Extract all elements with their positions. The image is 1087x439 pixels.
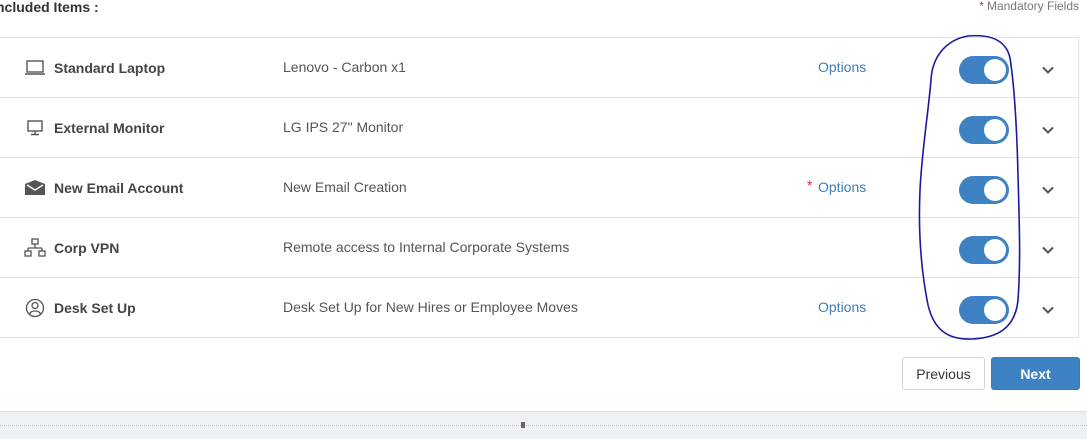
user-circle-icon [24, 298, 46, 318]
options-link[interactable]: Options [818, 179, 866, 195]
options-link[interactable]: Options [818, 299, 866, 315]
chevron-down-icon[interactable] [1040, 242, 1056, 258]
list-item: Corp VPN Remote access to Internal Corpo… [0, 218, 1078, 278]
previous-button[interactable]: Previous [902, 357, 985, 390]
include-toggle[interactable] [959, 176, 1009, 204]
item-description: Remote access to Internal Corporate Syst… [283, 239, 570, 255]
list-item: New Email Account New Email Creation * O… [0, 158, 1078, 218]
toggle-knob [984, 119, 1006, 141]
monitor-icon [24, 118, 46, 138]
include-toggle[interactable] [959, 56, 1009, 84]
next-button[interactable]: Next [991, 357, 1080, 390]
network-icon [24, 238, 46, 258]
chevron-down-icon[interactable] [1040, 302, 1056, 318]
section-header: ncluded Items : * Mandatory Fields [0, 0, 1087, 28]
laptop-icon [24, 58, 46, 78]
list-item: External Monitor LG IPS 27" Monitor [0, 98, 1078, 158]
item-name: Corp VPN [54, 240, 120, 256]
mandatory-fields-label: Mandatory Fields [986, 0, 1079, 13]
toggle-knob [984, 179, 1006, 201]
item-description: LG IPS 27" Monitor [283, 119, 404, 135]
options-link[interactable]: Options [818, 59, 866, 75]
mandatory-fields-note: * Mandatory Fields [979, 0, 1079, 13]
section-title: ncluded Items : [0, 0, 99, 15]
item-description: New Email Creation [283, 179, 407, 195]
toggle-knob [984, 239, 1006, 261]
item-name: Desk Set Up [54, 300, 136, 316]
required-star: * [807, 177, 813, 193]
resize-handle[interactable] [521, 422, 525, 428]
item-name: External Monitor [54, 120, 165, 136]
included-items-page: ncluded Items : * Mandatory Fields Standa… [0, 0, 1087, 439]
include-toggle[interactable] [959, 236, 1009, 264]
required-star: * [979, 0, 984, 13]
item-description: Lenovo - Carbon x1 [283, 59, 406, 75]
toggle-knob [984, 59, 1006, 81]
include-toggle[interactable] [959, 296, 1009, 324]
item-name: New Email Account [54, 180, 184, 196]
included-items-list: Standard Laptop Lenovo - Carbon x1 Optio… [0, 37, 1079, 338]
item-description: Desk Set Up for New Hires or Employee Mo… [283, 299, 578, 315]
chevron-down-icon[interactable] [1040, 122, 1056, 138]
list-item: Desk Set Up Desk Set Up for New Hires or… [0, 278, 1078, 338]
footer-divider [0, 425, 1087, 426]
list-item: Standard Laptop Lenovo - Carbon x1 Optio… [0, 38, 1078, 98]
toggle-knob [984, 299, 1006, 321]
envelope-icon [24, 178, 46, 198]
chevron-down-icon[interactable] [1040, 182, 1056, 198]
chevron-down-icon[interactable] [1040, 62, 1056, 78]
item-name: Standard Laptop [54, 60, 166, 76]
include-toggle[interactable] [959, 116, 1009, 144]
